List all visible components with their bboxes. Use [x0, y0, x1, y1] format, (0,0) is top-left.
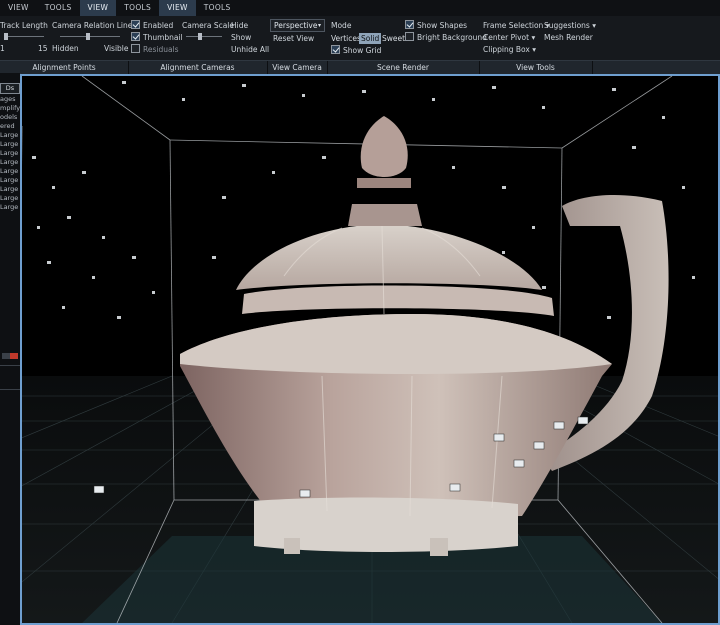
divider — [0, 389, 20, 390]
list-item[interactable]: Large — [0, 149, 18, 157]
chevron-down-icon: ▾ — [592, 21, 596, 30]
list-item[interactable]: ered — [0, 122, 15, 130]
mode-vertices-button[interactable]: Vertices — [329, 33, 363, 44]
mode-label: Mode — [331, 21, 352, 30]
camera-scale-slider[interactable] — [186, 36, 222, 37]
ribbon-tools: Track Length 1 15 Camera Relation Lines … — [0, 18, 720, 60]
residuals-label: Residuals — [143, 45, 179, 54]
tab-tools[interactable]: TOOLS — [37, 0, 80, 16]
center-pivot-label: Center Pivot — [483, 33, 530, 42]
panel-tab[interactable]: Ds — [0, 83, 20, 94]
list-item[interactable]: ages — [0, 95, 16, 103]
relation-lines-knob[interactable] — [86, 33, 90, 40]
mode-solid-button[interactable]: Solid — [359, 33, 382, 44]
list-item[interactable]: Large — [0, 167, 18, 175]
list-item[interactable]: odels — [0, 113, 17, 121]
ribbon-group-labels: Alignment Points Alignment Cameras View … — [0, 60, 720, 74]
show-shapes-checkbox[interactable]: Show Shapes — [405, 20, 467, 31]
list-item[interactable]: Large — [0, 176, 18, 184]
chevron-down-icon: ▾ — [317, 22, 321, 29]
residuals-checkbox[interactable]: Residuals — [131, 44, 179, 55]
group-scene-render: Scene Render — [327, 61, 480, 74]
track-max-value: 15 — [38, 44, 48, 53]
hidden-label: Hidden — [52, 44, 79, 53]
group-view-tools: View Tools — [479, 61, 593, 74]
3d-viewport[interactable] — [20, 74, 720, 625]
chevron-down-icon: ▾ — [532, 45, 537, 54]
track-min-value: 1 — [0, 44, 5, 53]
close-icon[interactable] — [10, 353, 18, 359]
center-pivot-menu[interactable]: Center Pivot ▾ — [483, 33, 535, 43]
mesh-render-button[interactable]: Mesh Render — [544, 33, 593, 43]
tab-view[interactable]: VIEW — [0, 0, 37, 16]
mode-sweet-button[interactable]: Sweet — [380, 33, 407, 44]
projection-dropdown[interactable]: Perspective ▾ — [270, 19, 325, 32]
projection-value: Perspective — [274, 21, 318, 30]
group-view-camera: View Camera — [267, 61, 328, 74]
list-item[interactable]: Large — [0, 131, 18, 139]
show-grid-check-icon — [331, 45, 340, 54]
frame-selection-menu[interactable]: Frame Selection ▾ — [483, 21, 549, 31]
tab-view-2[interactable]: VIEW — [79, 0, 117, 16]
show-grid-label: Show Grid — [343, 46, 382, 55]
list-item[interactable]: mplify — [0, 104, 20, 112]
camera-scale-knob[interactable] — [198, 33, 202, 40]
enabled-checkbox[interactable]: Enabled — [131, 20, 173, 31]
list-item[interactable]: Large — [0, 140, 18, 148]
thumbnail-check-icon — [131, 32, 140, 41]
list-item[interactable]: Large — [0, 203, 18, 211]
ribbon-tabs: VIEW TOOLS VIEW TOOLS VIEW TOOLS — [0, 0, 720, 16]
unhide-all-button[interactable]: Unhide All — [231, 45, 269, 55]
bright-background-checkbox[interactable]: Bright Background — [405, 32, 487, 43]
panel-controls[interactable] — [2, 353, 18, 359]
clipping-box-label: Clipping Box — [483, 45, 530, 54]
clipping-box-menu[interactable]: Clipping Box ▾ — [483, 45, 536, 55]
reset-view-button[interactable]: Reset View — [273, 34, 314, 44]
enabled-label: Enabled — [143, 21, 174, 30]
show-grid-checkbox[interactable]: Show Grid — [331, 45, 381, 56]
list-item[interactable]: Large — [0, 185, 18, 193]
relation-lines-label: Camera Relation Lines — [52, 21, 137, 30]
show-button[interactable]: Show — [231, 33, 251, 43]
track-length-slider[interactable] — [4, 36, 44, 37]
relation-lines-slider[interactable] — [60, 36, 120, 37]
group-alignment-cameras: Alignment Cameras — [128, 61, 268, 74]
list-item[interactable]: Large — [0, 194, 18, 202]
thumbnail-checkbox[interactable]: Thumbnail — [131, 32, 183, 43]
show-shapes-check-icon — [405, 20, 414, 29]
enabled-check-icon — [131, 20, 140, 29]
scene-canvas[interactable] — [22, 76, 718, 623]
camera-scale-label: Camera Scale — [182, 21, 234, 30]
divider — [0, 365, 20, 366]
show-shapes-label: Show Shapes — [417, 21, 468, 30]
hide-button[interactable]: Hide — [231, 21, 248, 31]
suggestions-label: Suggestions — [544, 21, 590, 30]
residuals-check-icon — [131, 44, 140, 53]
suggestions-menu[interactable]: Suggestions ▾ — [544, 21, 596, 31]
track-length-label: Track Length — [0, 21, 48, 30]
visible-label: Visible — [104, 44, 129, 53]
chevron-down-icon: ▾ — [531, 33, 536, 42]
bright-background-check-icon — [405, 32, 414, 41]
tab-tools-2[interactable]: TOOLS — [116, 0, 159, 16]
frame-selection-label: Frame Selection — [483, 21, 544, 30]
track-length-knob[interactable] — [4, 33, 8, 40]
tab-view-3[interactable]: VIEW — [159, 0, 196, 16]
tab-tools-3[interactable]: TOOLS — [196, 0, 239, 16]
thumbnail-label: Thumbnail — [143, 33, 183, 42]
left-panel: Ds ages mplify odels ered Large Large La… — [0, 73, 21, 625]
bright-background-label: Bright Background — [417, 33, 487, 42]
list-item[interactable]: Large — [0, 158, 18, 166]
ribbon-toolbar: VIEW TOOLS VIEW TOOLS VIEW TOOLS Track L… — [0, 0, 720, 74]
